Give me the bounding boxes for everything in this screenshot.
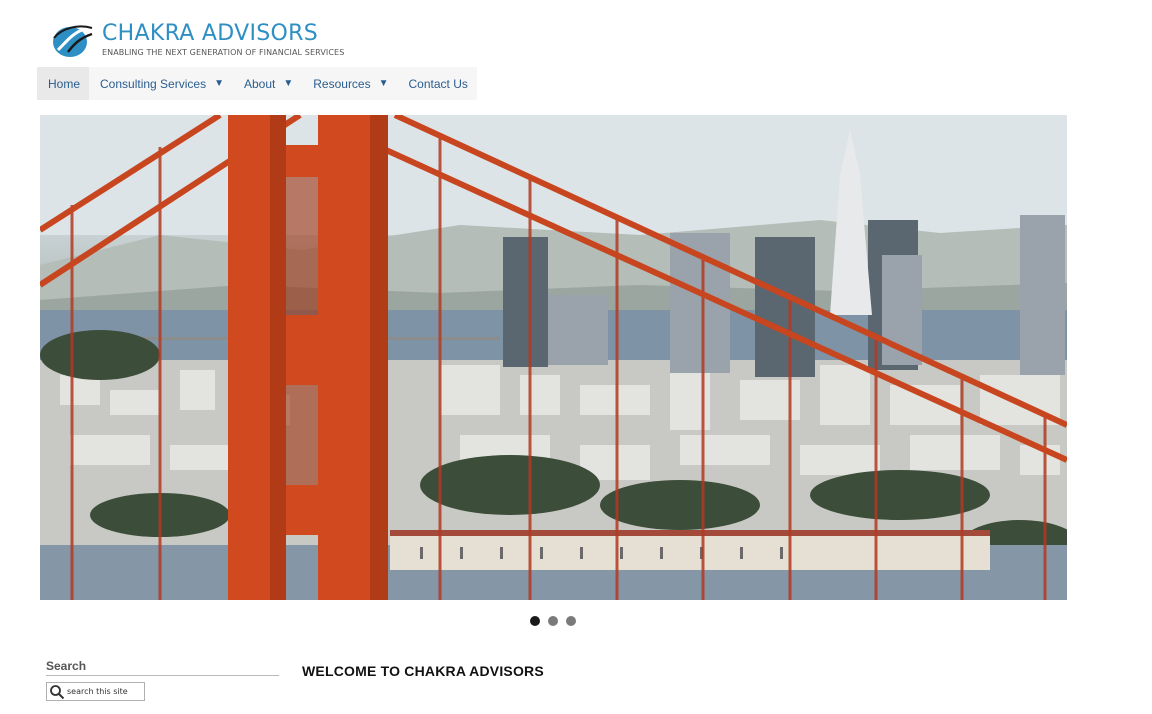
slider-dot-3[interactable] [566, 616, 576, 626]
slider-dot-2[interactable] [548, 616, 558, 626]
golden-gate-skyline-illustration [40, 115, 1067, 600]
chakra-logo-icon [53, 25, 93, 57]
nav-item-home[interactable]: Home [37, 67, 90, 100]
brand-tagline: ENABLING THE NEXT GENERATION OF FINANCIA… [102, 48, 345, 57]
dropdown-arrow-icon: ▼ [378, 78, 389, 89]
nav-item-about[interactable]: About ▼ [233, 67, 302, 100]
slider-dot-1[interactable] [530, 616, 540, 626]
nav-item-consulting-services[interactable]: Consulting Services ▼ [89, 67, 233, 100]
nav-item-label: Consulting Services [100, 76, 207, 91]
hero-slide-image[interactable] [40, 115, 1067, 600]
nav-item-label: Contact Us [408, 76, 468, 91]
logo-text: CHAKRA ADVISORS ENABLING THE NEXT GENERA… [102, 22, 344, 58]
sidebar-search: Search [46, 659, 279, 701]
search-box[interactable] [46, 682, 145, 701]
search-input[interactable] [65, 687, 143, 696]
nav-item-resources[interactable]: Resources ▼ [302, 67, 397, 100]
main-nav: Home Consulting Services ▼ About ▼ Resou… [37, 67, 477, 100]
nav-item-contact-us[interactable]: Contact Us [398, 67, 477, 100]
slider-pagination [530, 616, 576, 626]
nav-item-label: Home [48, 76, 81, 91]
dropdown-arrow-icon: ▼ [283, 78, 294, 89]
dropdown-arrow-icon: ▼ [214, 78, 224, 89]
site-logo[interactable]: CHAKRA ADVISORS ENABLING THE NEXT GENERA… [48, 18, 344, 62]
welcome-heading: WELCOME TO CHAKRA ADVISORS [302, 663, 544, 679]
search-title: Search [46, 659, 279, 676]
brand-name: CHAKRA ADVISORS [102, 21, 318, 46]
nav-item-label: Resources [313, 76, 371, 91]
nav-item-label: About [243, 76, 276, 91]
search-icon[interactable] [49, 684, 65, 700]
page: CHAKRA ADVISORS ENABLING THE NEXT GENERA… [0, 0, 1152, 714]
